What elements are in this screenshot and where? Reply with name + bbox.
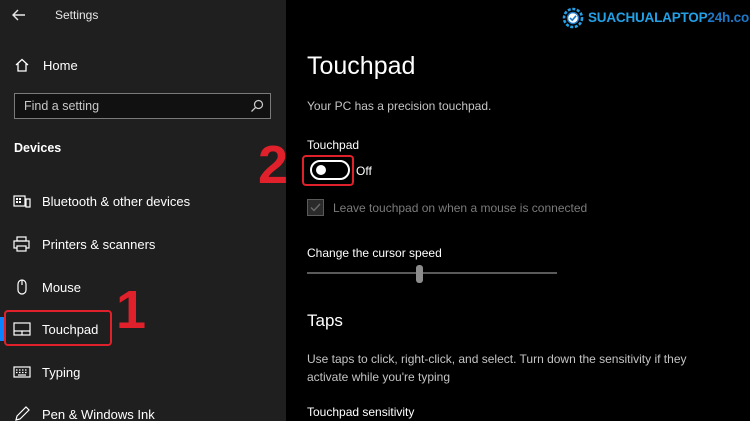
step-2-number: 2 xyxy=(258,135,289,195)
sidebar-item-label: Bluetooth & other devices xyxy=(42,194,191,209)
taps-description: Use taps to click, right-click, and sele… xyxy=(307,352,687,384)
step-1-highlight xyxy=(4,310,112,346)
nav-home[interactable]: Home xyxy=(0,50,286,80)
touchpad-toggle[interactable] xyxy=(310,160,350,180)
printer-icon xyxy=(13,236,31,252)
sidebar-item-pen[interactable]: Pen & Windows Ink xyxy=(0,399,286,421)
touchpad-toggle-label: Touchpad xyxy=(307,138,360,152)
sidebar-item-typing[interactable]: Typing xyxy=(0,357,286,387)
logo-text: SUACHUALAPTOP24h.com xyxy=(588,10,750,25)
checkmark-icon xyxy=(310,203,321,212)
checkbox-label: Leave touchpad on when a mouse is connec… xyxy=(333,201,588,215)
section-heading: Devices xyxy=(14,141,62,155)
window-title: Settings xyxy=(55,8,99,22)
bluetooth-devices-icon xyxy=(13,193,31,209)
cursor-speed-slider-thumb[interactable] xyxy=(416,265,423,283)
cursor-speed-label: Change the cursor speed xyxy=(307,246,442,260)
cursor-speed-slider-track[interactable] xyxy=(307,272,557,274)
page-title: Touchpad xyxy=(307,52,416,80)
back-button[interactable] xyxy=(10,6,32,24)
keyboard-icon xyxy=(13,364,31,380)
step-1-number: 1 xyxy=(116,280,147,340)
taps-heading: Taps xyxy=(307,311,343,330)
touchpad-sensitivity-label: Touchpad sensitivity xyxy=(307,405,415,419)
search-box[interactable] xyxy=(14,93,271,119)
search-input[interactable] xyxy=(15,94,245,118)
sidebar-item-label: Printers & scanners xyxy=(42,237,156,252)
touchpad-settings-pane: Touchpad Your PC has a precision touchpa… xyxy=(258,0,750,421)
nav-home-label: Home xyxy=(43,58,78,73)
gear-logo-icon xyxy=(562,7,584,29)
back-arrow-icon xyxy=(12,9,25,21)
toggle-knob xyxy=(316,165,326,175)
pen-icon xyxy=(13,406,31,421)
search-icon[interactable] xyxy=(250,99,264,113)
home-icon xyxy=(14,57,30,73)
touchpad-description: Your PC has a precision touchpad. xyxy=(307,99,492,113)
leave-touchpad-on-checkbox[interactable] xyxy=(307,199,324,216)
sidebar-item-label: Typing xyxy=(42,365,81,380)
mouse-icon xyxy=(13,279,31,295)
sidebar-item-printers[interactable]: Printers & scanners xyxy=(0,229,286,259)
settings-sidebar: Settings Home Devices Blueto xyxy=(0,0,286,421)
sidebar-item-label: Mouse xyxy=(42,280,82,295)
title-bar: Settings xyxy=(0,0,286,30)
sidebar-item-label: Pen & Windows Ink xyxy=(42,407,155,421)
brand-logo: SUACHUALAPTOP24h.com xyxy=(562,6,750,30)
sidebar-item-bluetooth[interactable]: Bluetooth & other devices xyxy=(0,186,286,216)
toggle-state-text: Off xyxy=(356,164,372,178)
